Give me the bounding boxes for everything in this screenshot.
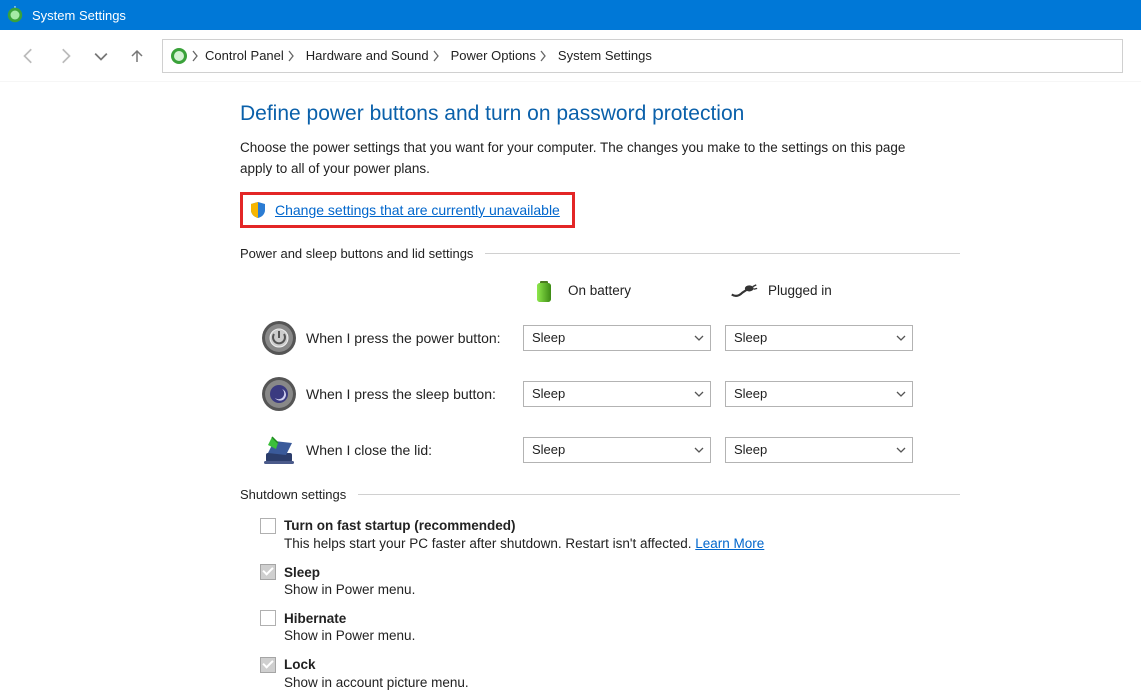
power-button-battery-dropdown[interactable]: Sleep: [523, 325, 711, 351]
learn-more-link[interactable]: Learn More: [695, 536, 764, 551]
breadcrumb-power-options[interactable]: Power Options: [447, 40, 554, 72]
sleep-button-icon: [260, 375, 298, 413]
shutdown-options: Turn on fast startup (recommended) This …: [260, 518, 960, 693]
setting-row-sleep-button: When I press the sleep button: Sleep Sle…: [260, 375, 960, 413]
dropdown-value: Sleep: [532, 386, 565, 401]
row-label: When I press the sleep button:: [298, 386, 523, 402]
breadcrumb: Control Panel Hardware and Sound Power O…: [162, 39, 1123, 73]
dropdown-value: Sleep: [734, 386, 767, 401]
chevron-down-icon: [694, 445, 704, 455]
power-button-plugged-dropdown[interactable]: Sleep: [725, 325, 913, 351]
content-area: Define power buttons and turn on passwor…: [0, 82, 960, 693]
section-rule: [485, 253, 960, 254]
titlebar: System Settings: [0, 0, 1141, 30]
dropdown-group: Sleep Sleep: [523, 381, 913, 407]
page-description: Choose the power settings that you want …: [240, 138, 930, 180]
opt-label: Hibernate: [284, 611, 346, 626]
setting-row-power-button: When I press the power button: Sleep Sle…: [260, 319, 960, 357]
chevron-right-icon: [286, 50, 296, 62]
mode-label: On battery: [568, 283, 631, 298]
chevron-down-icon: [896, 445, 906, 455]
chevron-right-icon: [431, 50, 441, 62]
navbar: Control Panel Hardware and Sound Power O…: [0, 30, 1141, 82]
power-button-icon: [260, 319, 298, 357]
section-label: Power and sleep buttons and lid settings: [240, 246, 473, 261]
row-label: When I press the power button:: [298, 330, 523, 346]
crumb-label: Control Panel: [205, 48, 284, 63]
checkbox-fast-startup[interactable]: [260, 518, 276, 534]
mode-plugged-in: Plugged in: [730, 277, 930, 305]
laptop-lid-icon: [260, 431, 298, 469]
crumb-label: System Settings: [558, 48, 652, 63]
opt-label: Lock: [284, 657, 316, 672]
chevron-down-icon: [694, 333, 704, 343]
opt-lock: Lock Show in account picture menu.: [260, 657, 960, 693]
window-title: System Settings: [32, 8, 126, 23]
app-icon: [6, 6, 24, 24]
breadcrumb-system-settings[interactable]: System Settings: [554, 40, 656, 72]
shield-icon: [249, 201, 267, 219]
forward-button[interactable]: [54, 45, 76, 67]
up-button[interactable]: [126, 45, 148, 67]
page-title: Define power buttons and turn on passwor…: [240, 102, 960, 126]
checkbox-hibernate[interactable]: [260, 610, 276, 626]
mode-headers: On battery Plugged in: [530, 277, 960, 305]
breadcrumb-hardware-and-sound[interactable]: Hardware and Sound: [302, 40, 447, 72]
opt-desc: Show in Power menu.: [284, 626, 960, 646]
crumb-label: Hardware and Sound: [306, 48, 429, 63]
opt-desc-text: This helps start your PC faster after sh…: [284, 536, 695, 551]
plug-icon: [730, 277, 758, 305]
control-panel-icon: [169, 46, 189, 66]
mode-on-battery: On battery: [530, 277, 730, 305]
checkbox-sleep[interactable]: [260, 564, 276, 580]
checkbox-lock[interactable]: [260, 657, 276, 673]
dropdown-value: Sleep: [532, 330, 565, 345]
breadcrumb-control-panel[interactable]: Control Panel: [201, 40, 302, 72]
dropdown-value: Sleep: [532, 442, 565, 457]
chevron-right-icon: [538, 50, 548, 62]
chevron-down-icon: [896, 389, 906, 399]
opt-desc: This helps start your PC faster after sh…: [284, 534, 960, 554]
sleep-button-battery-dropdown[interactable]: Sleep: [523, 381, 711, 407]
opt-sleep: Sleep Show in Power menu.: [260, 564, 960, 600]
sleep-button-plugged-dropdown[interactable]: Sleep: [725, 381, 913, 407]
dropdown-value: Sleep: [734, 330, 767, 345]
battery-icon: [530, 277, 558, 305]
power-section-header: Power and sleep buttons and lid settings: [240, 246, 960, 261]
chevron-down-icon: [694, 389, 704, 399]
change-unavailable-settings-link[interactable]: Change settings that are currently unava…: [240, 192, 575, 228]
back-button[interactable]: [18, 45, 40, 67]
control-panel-icon-crumb[interactable]: [169, 40, 201, 72]
close-lid-plugged-dropdown[interactable]: Sleep: [725, 437, 913, 463]
mode-label: Plugged in: [768, 283, 832, 298]
section-label: Shutdown settings: [240, 487, 346, 502]
dropdown-group: Sleep Sleep: [523, 325, 913, 351]
chevron-right-icon: [191, 50, 199, 62]
dropdown-group: Sleep Sleep: [523, 437, 913, 463]
opt-label: Sleep: [284, 565, 320, 580]
chevron-down-icon: [896, 333, 906, 343]
crumb-label: Power Options: [451, 48, 536, 63]
dropdown-value: Sleep: [734, 442, 767, 457]
recent-locations-button[interactable]: [90, 45, 112, 67]
opt-desc: Show in account picture menu.: [284, 673, 960, 693]
section-rule: [358, 494, 960, 495]
opt-fast-startup: Turn on fast startup (recommended) This …: [260, 518, 960, 554]
opt-desc: Show in Power menu.: [284, 580, 960, 600]
admin-link-text: Change settings that are currently unava…: [275, 202, 560, 218]
shutdown-section-header: Shutdown settings: [240, 487, 960, 502]
opt-hibernate: Hibernate Show in Power menu.: [260, 610, 960, 646]
close-lid-battery-dropdown[interactable]: Sleep: [523, 437, 711, 463]
opt-label: Turn on fast startup (recommended): [284, 518, 516, 533]
row-label: When I close the lid:: [298, 442, 523, 458]
setting-row-close-lid: When I close the lid: Sleep Sleep: [260, 431, 960, 469]
